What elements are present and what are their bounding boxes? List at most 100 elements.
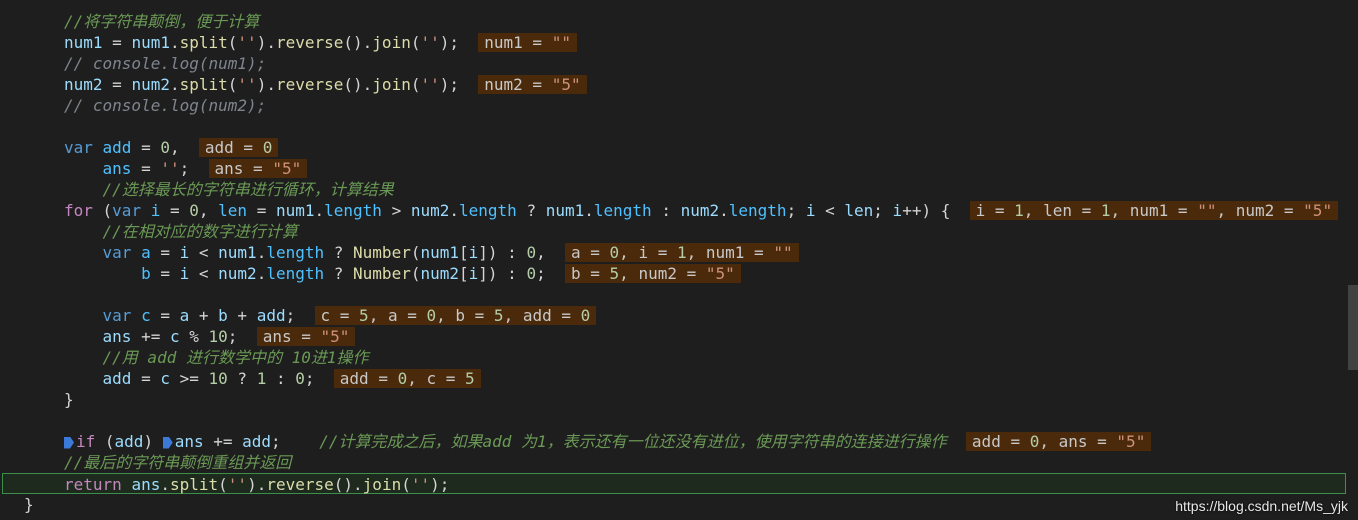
code-token: join xyxy=(362,475,402,494)
code-token: ++) { xyxy=(902,201,951,220)
code-token: reverse xyxy=(275,75,344,94)
code-token: split xyxy=(179,75,228,94)
code-token: '' xyxy=(160,159,180,178)
code-text: } xyxy=(24,494,34,515)
code-token: . xyxy=(169,33,180,52)
inline-value-token: 1 xyxy=(676,243,687,262)
code-token: join xyxy=(372,33,411,52)
code-token: //最后的字符串颠倒重组并返回 xyxy=(64,453,292,472)
code-line[interactable]: var add = 0, add = 0 xyxy=(0,137,1346,158)
code-line[interactable]: for (var i = 0, len = num1.length > num2… xyxy=(0,200,1346,221)
code-token: ans xyxy=(174,432,204,451)
code-line[interactable]: add = c >= 10 ? 1 : 0; add = 0, c = 5 xyxy=(0,368,1346,389)
code-line[interactable]: //最后的字符串颠倒重组并返回 xyxy=(0,452,1346,473)
code-token: [ xyxy=(459,264,469,283)
inline-value-hint: b = 5, num2 = "5" xyxy=(565,264,741,283)
code-token: . xyxy=(256,243,267,262)
code-line[interactable]: } xyxy=(0,389,1346,410)
code-text: ans += c % 10; ans = "5" xyxy=(64,326,356,347)
code-token: < xyxy=(815,201,845,220)
code-line[interactable]: b = i < num2.length ? Number(num2[i]) : … xyxy=(0,263,1346,284)
code-token: = xyxy=(247,201,276,220)
code-text: for (var i = 0, len = num1.length > num2… xyxy=(64,200,1339,221)
code-line[interactable] xyxy=(0,284,1346,305)
code-token: < xyxy=(189,264,219,283)
watermark: https://blog.csdn.net/Ms_yjk xyxy=(1175,498,1348,514)
code-token: (). xyxy=(343,33,373,52)
code-token: length xyxy=(459,201,517,220)
code-token: . xyxy=(584,201,594,220)
code-token: c xyxy=(141,306,151,325)
code-line[interactable]: // console.log(num1); xyxy=(0,53,1346,74)
inline-value-token: "" xyxy=(1197,201,1217,220)
code-token: ). xyxy=(256,33,276,52)
code-token: 0 xyxy=(526,243,537,262)
code-token: for xyxy=(64,201,93,220)
code-token: . xyxy=(719,201,729,220)
code-line[interactable]: num1 = num1.split('').reverse().join('')… xyxy=(0,32,1346,53)
code-line[interactable]: //选择最长的字符串进行循环，计算结果 xyxy=(0,179,1346,200)
code-line[interactable]: num2 = num2.split('').reverse().join('')… xyxy=(0,74,1346,95)
code-token: ); xyxy=(439,75,459,94)
inline-value-token: , num1 = xyxy=(1110,201,1198,220)
code-token: ( xyxy=(401,475,411,494)
code-line[interactable]: //用 add 进行数学中的 10进1操作 xyxy=(0,347,1346,368)
code-text: var add = 0, add = 0 xyxy=(64,137,279,158)
code-line[interactable]: var a = i < num1.length ? Number(num1[i]… xyxy=(0,242,1346,263)
code-line[interactable]: return ans.split('').reverse().join(''); xyxy=(2,473,1346,494)
code-token: num1 xyxy=(131,33,170,52)
code-token: num2 xyxy=(64,75,103,94)
code-token: ); xyxy=(439,33,459,52)
inline-value-token: c = xyxy=(320,306,360,325)
code-token: return xyxy=(64,475,122,494)
code-text: //用 add 进行数学中的 10进1操作 xyxy=(64,347,369,368)
code-line[interactable]: // console.log(num2); xyxy=(0,95,1346,116)
code-token: c xyxy=(169,327,180,346)
code-token: . xyxy=(314,201,325,220)
code-token: ans xyxy=(102,327,132,346)
code-line[interactable] xyxy=(0,116,1346,137)
code-line[interactable]: if (add) ans += add; //计算完成之后，如果add 为1，表… xyxy=(0,431,1346,452)
code-token: ). xyxy=(256,75,276,94)
inline-value-token: "5" xyxy=(272,159,302,178)
code-token: ). xyxy=(247,475,267,494)
code-text: ans = ''; ans = "5" xyxy=(64,158,308,179)
code-text: } xyxy=(64,389,74,410)
code-text: //在相对应的数字进行计算 xyxy=(64,221,298,242)
code-line[interactable]: ans = ''; ans = "5" xyxy=(0,158,1346,179)
code-token: , xyxy=(536,243,546,262)
inline-value-token: , a = xyxy=(368,306,427,325)
code-line[interactable]: //将字符串颠倒，便于计算 xyxy=(0,11,1346,32)
code-token: length xyxy=(593,201,652,220)
code-line[interactable]: } xyxy=(0,494,1346,515)
code-token: num2 xyxy=(131,75,170,94)
code-line[interactable]: ans += c % 10; ans = "5" xyxy=(0,326,1346,347)
breakpoint-icon[interactable] xyxy=(162,436,173,449)
code-token: ; xyxy=(227,327,238,346)
inline-value-token: , c = xyxy=(407,369,466,388)
code-token: num1 xyxy=(218,243,257,262)
vertical-scrollbar-thumb[interactable] xyxy=(1348,285,1358,370)
code-editor[interactable]: //将字符串颠倒，便于计算 num1 = num1.split('').rever… xyxy=(0,0,1358,520)
code-token: ( xyxy=(227,75,238,94)
code-token: . xyxy=(449,201,460,220)
code-token: reverse xyxy=(275,33,344,52)
code-token: //将字符串颠倒，便于计算 xyxy=(64,12,260,31)
code-token: '' xyxy=(410,475,431,494)
inline-value-hint: ans = "5" xyxy=(208,159,308,178)
code-line[interactable]: //在相对应的数字进行计算 xyxy=(0,221,1346,242)
code-token: //在相对应的数字进行计算 xyxy=(102,222,298,241)
breakpoint-icon[interactable] xyxy=(64,436,74,449)
code-line[interactable] xyxy=(0,410,1346,431)
code-token: ? xyxy=(324,243,354,262)
code-line[interactable]: var c = a + b + add; c = 5, a = 0, b = 5… xyxy=(0,305,1346,326)
code-token: b xyxy=(141,264,151,283)
code-token: a xyxy=(141,243,151,262)
inline-value-token: i = xyxy=(975,201,1015,220)
code-token: length xyxy=(266,264,325,283)
code-token: = xyxy=(150,264,180,283)
